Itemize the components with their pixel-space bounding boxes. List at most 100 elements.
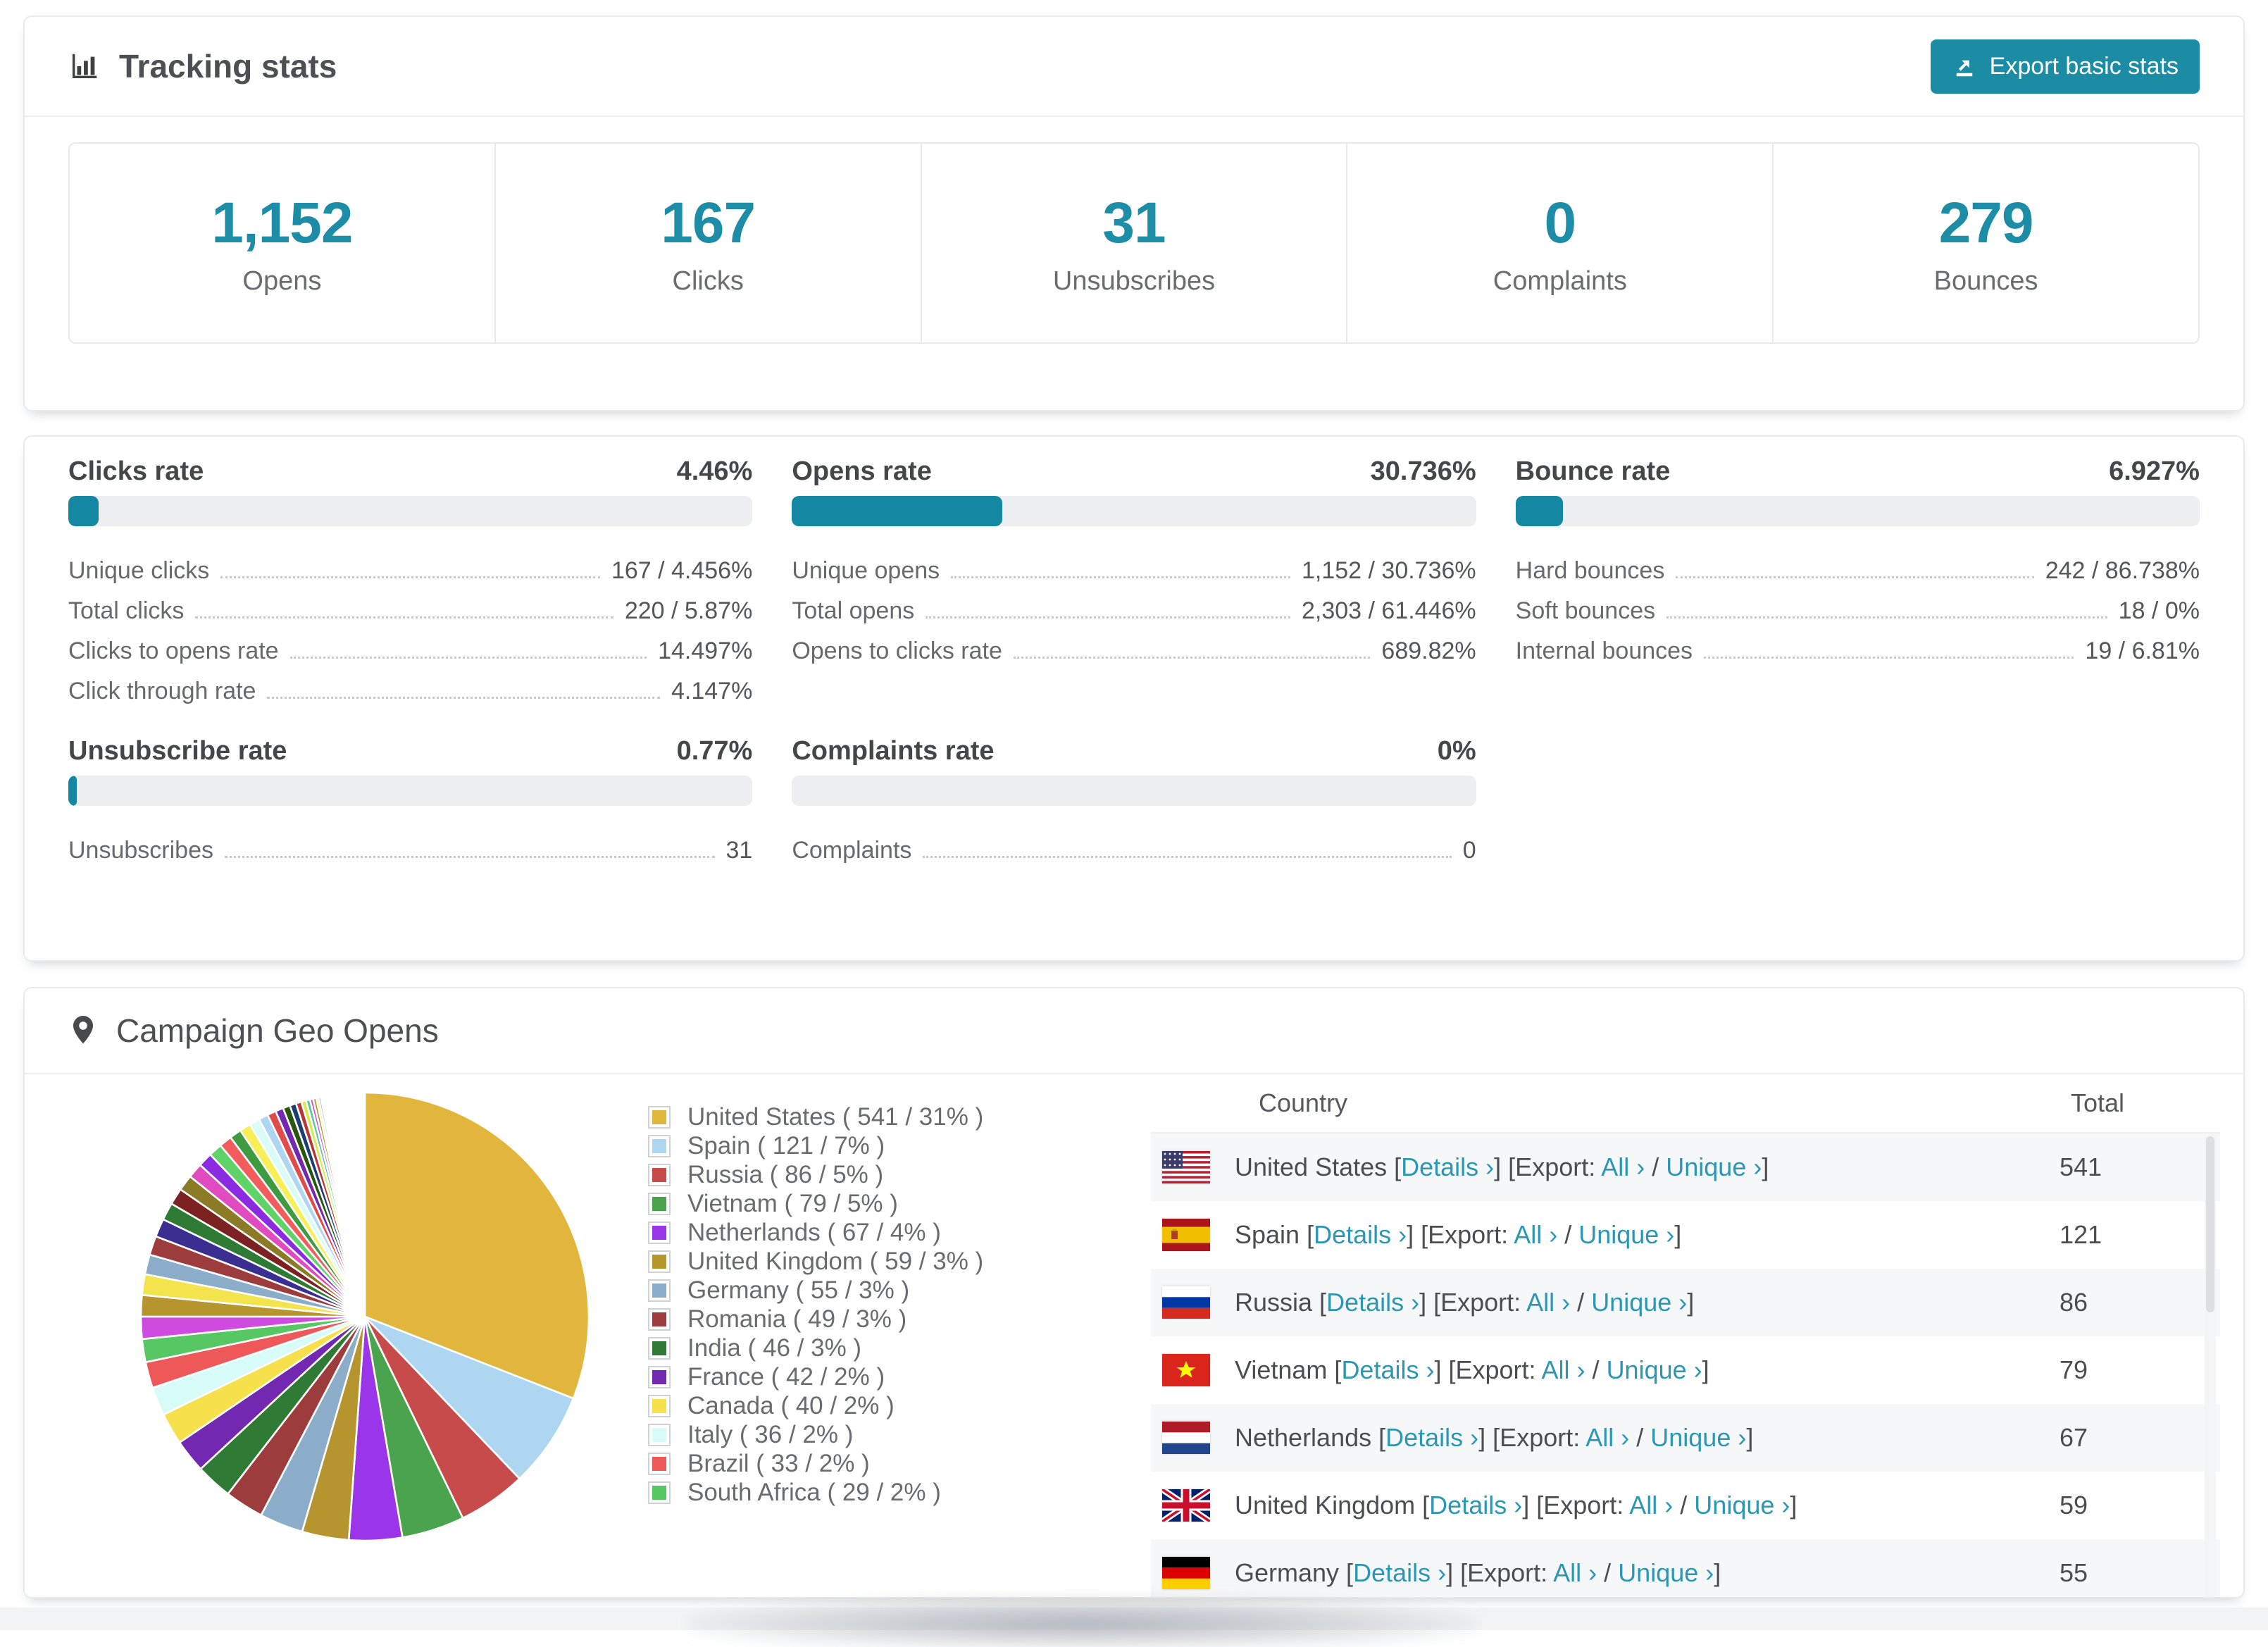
metric-label: Complaints — [792, 837, 912, 864]
progress-bar — [792, 496, 1476, 526]
flag-icon-gb — [1162, 1489, 1235, 1522]
rate-percent: 4.46% — [676, 456, 753, 486]
table-row-united-kingdom: United Kingdom [Details ›] [Export: All … — [1151, 1472, 2220, 1539]
flag-icon-us — [1162, 1151, 1235, 1183]
metric-row: Hard bounces 242 / 86.738% — [1516, 545, 2200, 585]
export-all-link[interactable]: All › — [1585, 1423, 1629, 1452]
legend-item-vietnam[interactable]: Vietnam ( 79 / 5% ) — [648, 1189, 983, 1218]
row-total: 86 — [2060, 1288, 2088, 1317]
progress-fill — [68, 496, 99, 526]
legend-label: Netherlands ( 67 / 4% ) — [687, 1218, 941, 1246]
export-all-link[interactable]: All › — [1629, 1491, 1673, 1519]
rate-title: Complaints rate — [792, 735, 995, 766]
flag-icon-es — [1162, 1219, 1235, 1251]
map-pin-icon — [68, 1014, 98, 1047]
export-unique-link[interactable]: Unique › — [1618, 1558, 1714, 1587]
legend-item-spain[interactable]: Spain ( 121 / 7% ) — [648, 1131, 983, 1160]
legend-item-brazil[interactable]: Brazil ( 33 / 2% ) — [648, 1449, 983, 1478]
legend-label: Vietnam ( 79 / 5% ) — [687, 1189, 898, 1217]
dotted-leader — [926, 616, 1290, 619]
legend-item-united-states[interactable]: United States ( 541 / 31% ) — [648, 1102, 983, 1131]
export-unique-link[interactable]: Unique › — [1650, 1423, 1746, 1452]
stat-label: Bounces — [1933, 266, 2038, 296]
details-link[interactable]: Details › — [1401, 1152, 1494, 1181]
table-scrollbar-thumb[interactable] — [2206, 1136, 2214, 1312]
legend-item-france[interactable]: France ( 42 / 2% ) — [648, 1362, 983, 1391]
details-link[interactable]: Details › — [1326, 1288, 1419, 1317]
export-all-link[interactable]: All › — [1514, 1220, 1557, 1249]
progress-bar — [68, 776, 753, 806]
export-all-link[interactable]: All › — [1553, 1558, 1597, 1587]
legend-item-romania[interactable]: Romania ( 49 / 3% ) — [648, 1305, 983, 1334]
tracking-stats-card: Tracking stats Export basic stats 1,152 O… — [23, 15, 2245, 411]
details-link[interactable]: Details › — [1429, 1491, 1522, 1519]
header-divider — [25, 116, 2243, 117]
legend-item-india[interactable]: India ( 46 / 3% ) — [648, 1334, 983, 1362]
rate-block-opens-rate: Opens rate 30.736% Unique opens 1,152 / 30.… — [792, 455, 1476, 705]
stat-value: 279 — [1938, 190, 2034, 255]
dotted-leader — [224, 856, 715, 858]
dotted-leader — [289, 657, 647, 659]
export-unique-link[interactable]: Unique › — [1607, 1355, 1702, 1384]
export-unique-link[interactable]: Unique › — [1578, 1220, 1674, 1249]
metric-value: 242 / 86.738% — [2045, 557, 2200, 584]
metric-value: 689.82% — [1381, 638, 1476, 664]
legend-item-netherlands[interactable]: Netherlands ( 67 / 4% ) — [648, 1218, 983, 1247]
rate-block-clicks-rate: Clicks rate 4.46% Unique clicks 167 / 4.456… — [68, 455, 753, 705]
rate-header: Complaints rate 0% — [792, 735, 1476, 767]
legend-swatch — [648, 1163, 671, 1186]
export-unique-link[interactable]: Unique › — [1591, 1288, 1687, 1317]
legend-label: India ( 46 / 3% ) — [687, 1334, 862, 1362]
export-all-link[interactable]: All › — [1542, 1355, 1585, 1384]
progress-fill — [792, 496, 1002, 526]
legend-swatch — [648, 1452, 671, 1475]
geo-body: United States ( 541 / 31% ) Spain ( 121 /… — [25, 1074, 2243, 1597]
metric-value: 31 — [725, 837, 753, 864]
export-unique-link[interactable]: Unique › — [1666, 1152, 1762, 1181]
rate-block-unsubscribe-rate: Unsubscribe rate 0.77% Unsubscribes 31 — [68, 735, 753, 864]
stat-label: Complaints — [1493, 266, 1627, 296]
rate-metrics: Complaints 0 — [792, 824, 1476, 864]
legend-swatch — [648, 1105, 671, 1129]
export-basic-stats-button[interactable]: Export basic stats — [1930, 39, 2200, 94]
metric-value: 18 / 0% — [2118, 597, 2200, 624]
rate-title: Unsubscribe rate — [68, 735, 287, 766]
export-all-link[interactable]: All › — [1601, 1152, 1645, 1181]
export-all-link[interactable]: All › — [1526, 1288, 1570, 1317]
details-link[interactable]: Details › — [1353, 1558, 1446, 1587]
metric-row: Unique clicks 167 / 4.456% — [68, 545, 752, 585]
rate-percent: 6.927% — [2109, 456, 2200, 486]
rate-percent: 0.77% — [676, 735, 753, 766]
country-name: Netherlands — [1235, 1423, 1379, 1452]
legend-item-germany[interactable]: Germany ( 55 / 3% ) — [648, 1276, 983, 1305]
dotted-leader — [1704, 657, 2074, 659]
row-country-cell: Netherlands [Details ›] [Export: All › /… — [1235, 1423, 1754, 1452]
geo-section-title: Campaign Geo Opens — [116, 1012, 439, 1049]
dotted-leader — [923, 856, 1452, 858]
stat-card-unsubscribes: 31 Unsubscribes — [920, 144, 1347, 342]
flag-icon-vn — [1162, 1354, 1235, 1386]
metric-label: Unsubscribes — [68, 837, 213, 864]
legend-item-canada[interactable]: Canada ( 40 / 2% ) — [648, 1391, 983, 1420]
legend-item-russia[interactable]: Russia ( 86 / 5% ) — [648, 1160, 983, 1189]
details-link[interactable]: Details › — [1341, 1355, 1434, 1384]
legend-item-south-africa[interactable]: South Africa ( 29 / 2% ) — [648, 1478, 983, 1507]
legend-item-italy[interactable]: Italy ( 36 / 2% ) — [648, 1420, 983, 1449]
stat-card-clicks: 167 Clicks — [494, 144, 921, 342]
legend-swatch — [648, 1192, 671, 1215]
pie-slice-other-75[interactable] — [363, 1091, 366, 1318]
legend-item-united-kingdom[interactable]: United Kingdom ( 59 / 3% ) — [648, 1247, 983, 1276]
bottom-shadow-bar — [687, 1596, 1479, 1647]
metric-row: Total clicks 220 / 5.87% — [68, 585, 752, 625]
country-name: United Kingdom — [1235, 1491, 1423, 1519]
legend-label: Canada ( 40 / 2% ) — [687, 1391, 895, 1419]
table-scrollbar[interactable] — [2205, 1133, 2216, 1597]
table-row-spain: Spain [Details ›] [Export: All › / Uniqu… — [1151, 1201, 2220, 1269]
rate-block-bounce-rate: Bounce rate 6.927% Hard bounces 242 / 86.73… — [1515, 455, 2200, 705]
metric-label: Opens to clicks rate — [792, 638, 1002, 664]
metric-row: Opens to clicks rate 689.82% — [792, 625, 1476, 665]
details-link[interactable]: Details › — [1385, 1423, 1478, 1452]
progress-fill — [1515, 496, 1563, 526]
export-unique-link[interactable]: Unique › — [1694, 1491, 1790, 1519]
details-link[interactable]: Details › — [1314, 1220, 1407, 1249]
